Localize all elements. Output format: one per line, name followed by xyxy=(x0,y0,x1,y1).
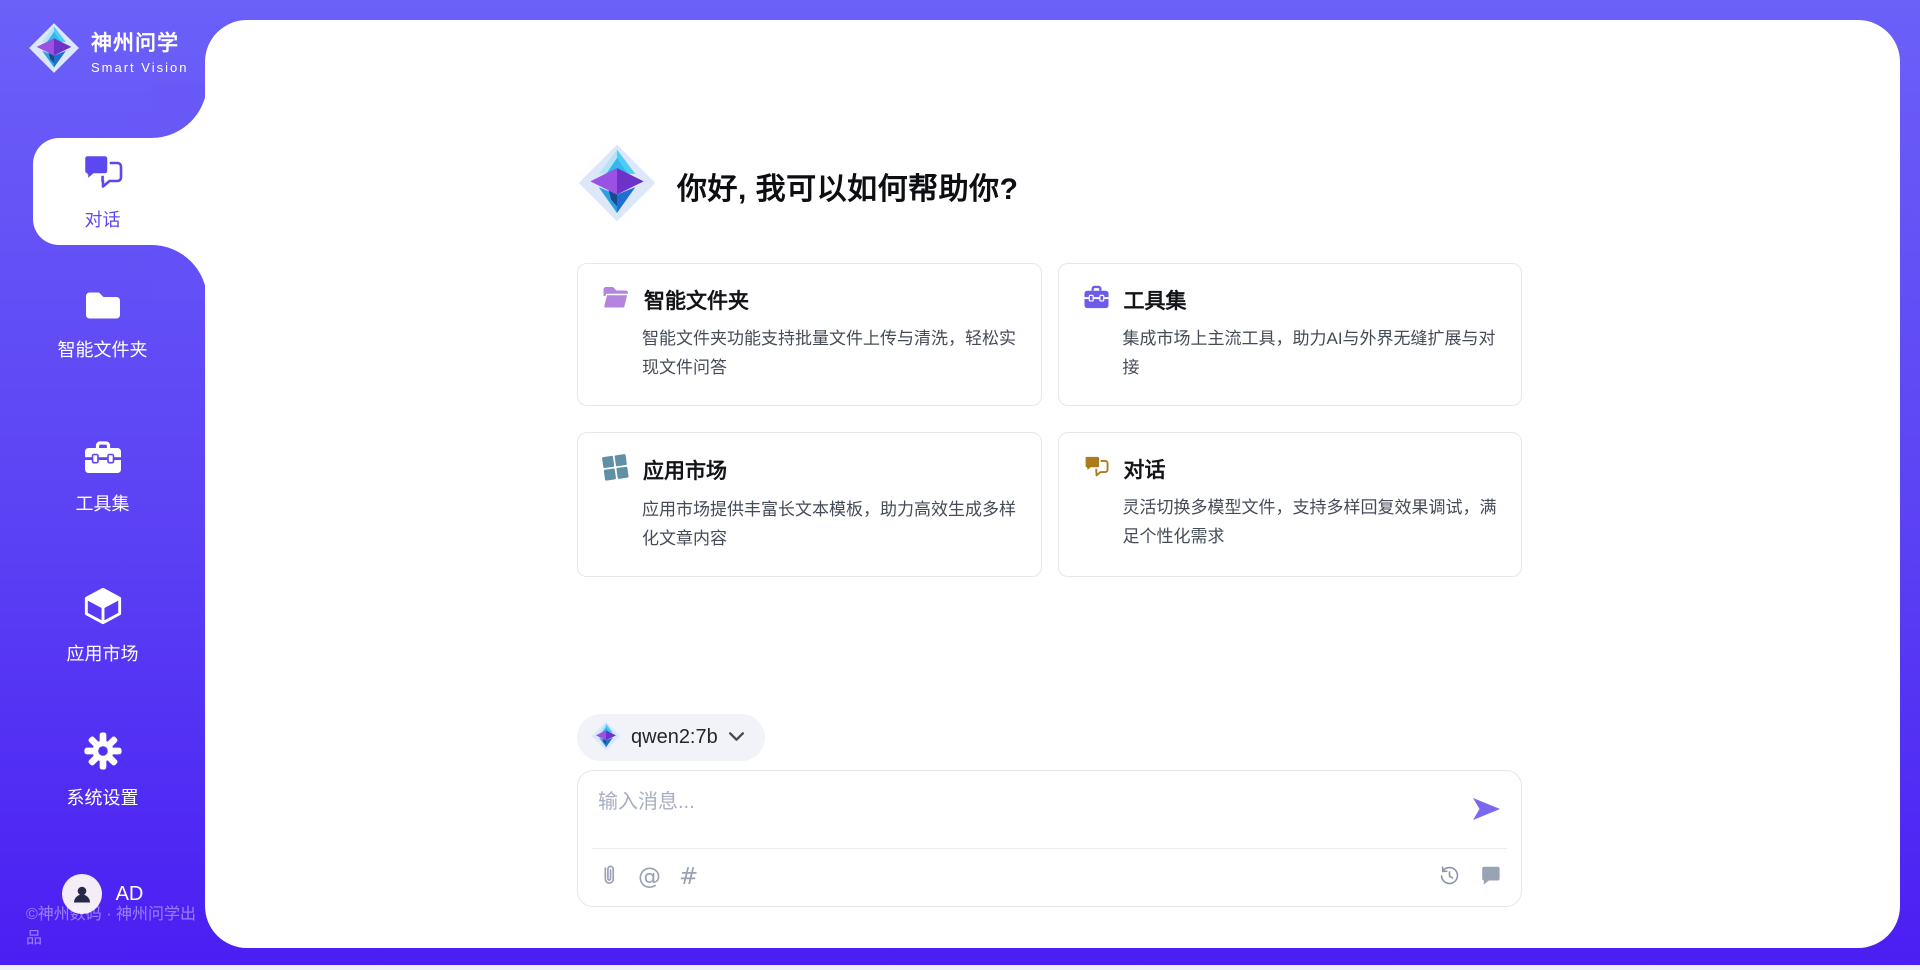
app-grid-icon xyxy=(602,454,629,486)
mention-button[interactable]: @ xyxy=(638,866,661,889)
paperclip-icon xyxy=(598,863,620,892)
chat-icon xyxy=(1083,454,1110,484)
card-title: 对话 xyxy=(1124,454,1166,484)
card-app-market[interactable]: 应用市场 应用市场提供丰富长文本模板，助力高效生成多样化文章内容 xyxy=(577,432,1042,577)
chat-bubble-icon xyxy=(1479,864,1501,891)
send-icon xyxy=(1471,809,1501,824)
copyright-footer: ©神州数码 · 神州问学出品 xyxy=(26,900,205,948)
sidebar-item-label: 系统设置 xyxy=(67,784,139,810)
sidebar: 神州问学 Smart Vision 对话 智能文件夹 xyxy=(0,0,205,970)
greeting-text: 你好, 我可以如何帮助你? xyxy=(677,164,1019,208)
chat-icon xyxy=(81,152,125,197)
message-composer: @ # xyxy=(577,770,1522,907)
attach-button[interactable] xyxy=(598,863,620,892)
brand-name: 神州问学 xyxy=(91,27,188,57)
sidebar-item-smart-folder[interactable]: 智能文件夹 xyxy=(0,288,205,362)
card-title: 应用市场 xyxy=(643,455,727,485)
greeting-block: 你好, 我可以如何帮助你? xyxy=(577,143,1522,228)
folder-icon xyxy=(83,288,123,327)
toolbox-icon xyxy=(1083,285,1110,315)
card-description: 应用市场提供丰富长文本模板，助力高效生成多样化文章内容 xyxy=(642,496,1017,554)
sidebar-item-app-market[interactable]: 应用市场 xyxy=(0,586,205,666)
card-chat[interactable]: 对话 灵活切换多模型文件，支持多样回复效果调试，满足个性化需求 xyxy=(1058,432,1523,577)
model-selector[interactable]: qwen2:7b xyxy=(577,714,765,761)
card-title: 智能文件夹 xyxy=(644,285,749,315)
hash-icon: # xyxy=(679,866,698,889)
card-description: 集成市场上主流工具，助力AI与外界无缝扩展与对接 xyxy=(1123,325,1498,383)
content-column: 你好, 我可以如何帮助你? 智能文件夹 智能文件夹功能支持批量文件上传与清洗，轻… xyxy=(577,20,1522,948)
sidebar-item-label: 工具集 xyxy=(76,490,130,516)
history-button[interactable] xyxy=(1438,864,1461,892)
bottom-scrollbar-track[interactable] xyxy=(0,965,1920,970)
sidebar-item-label: 对话 xyxy=(85,206,121,232)
feedback-button[interactable] xyxy=(1479,864,1501,891)
sidebar-item-chat[interactable]: 对话 xyxy=(0,152,205,232)
sidebar-item-label: 应用市场 xyxy=(67,640,139,666)
toolbox-icon xyxy=(83,440,123,481)
sidebar-item-settings[interactable]: 系统设置 xyxy=(0,732,205,810)
greeting-gem-icon xyxy=(577,143,657,228)
active-nav-fillet-top xyxy=(151,83,207,138)
card-toolset[interactable]: 工具集 集成市场上主流工具，助力AI与外界无缝扩展与对接 xyxy=(1058,263,1523,406)
cube-icon xyxy=(83,586,123,631)
at-icon: @ xyxy=(638,866,661,889)
brand-gem-icon xyxy=(28,22,80,79)
card-title: 工具集 xyxy=(1124,285,1187,315)
shortcut-cards: 智能文件夹 智能文件夹功能支持批量文件上传与清洗，轻松实现文件问答 xyxy=(577,263,1522,577)
card-description: 智能文件夹功能支持批量文件上传与清洗，轻松实现文件问答 xyxy=(642,325,1017,383)
gear-icon xyxy=(84,732,122,775)
app-logo: 神州问学 Smart Vision xyxy=(28,22,188,79)
sidebar-item-label: 智能文件夹 xyxy=(58,336,148,362)
card-smart-folder[interactable]: 智能文件夹 智能文件夹功能支持批量文件上传与清洗，轻松实现文件问答 xyxy=(577,263,1042,406)
brand-subtitle: Smart Vision xyxy=(91,60,188,75)
card-description: 灵活切换多模型文件，支持多样回复效果调试，满足个性化需求 xyxy=(1123,494,1498,552)
message-input[interactable] xyxy=(598,785,1457,842)
chevron-down-icon xyxy=(728,730,745,745)
send-button[interactable] xyxy=(1471,797,1501,824)
sidebar-item-toolset[interactable]: 工具集 xyxy=(0,440,205,516)
hashtag-button[interactable]: # xyxy=(679,866,698,889)
main-panel: 你好, 我可以如何帮助你? 智能文件夹 智能文件夹功能支持批量文件上传与清洗，轻… xyxy=(205,20,1900,948)
model-name: qwen2:7b xyxy=(631,726,718,749)
folder-open-icon xyxy=(602,285,630,315)
history-clock-icon xyxy=(1438,864,1461,892)
model-gem-icon xyxy=(591,721,621,754)
